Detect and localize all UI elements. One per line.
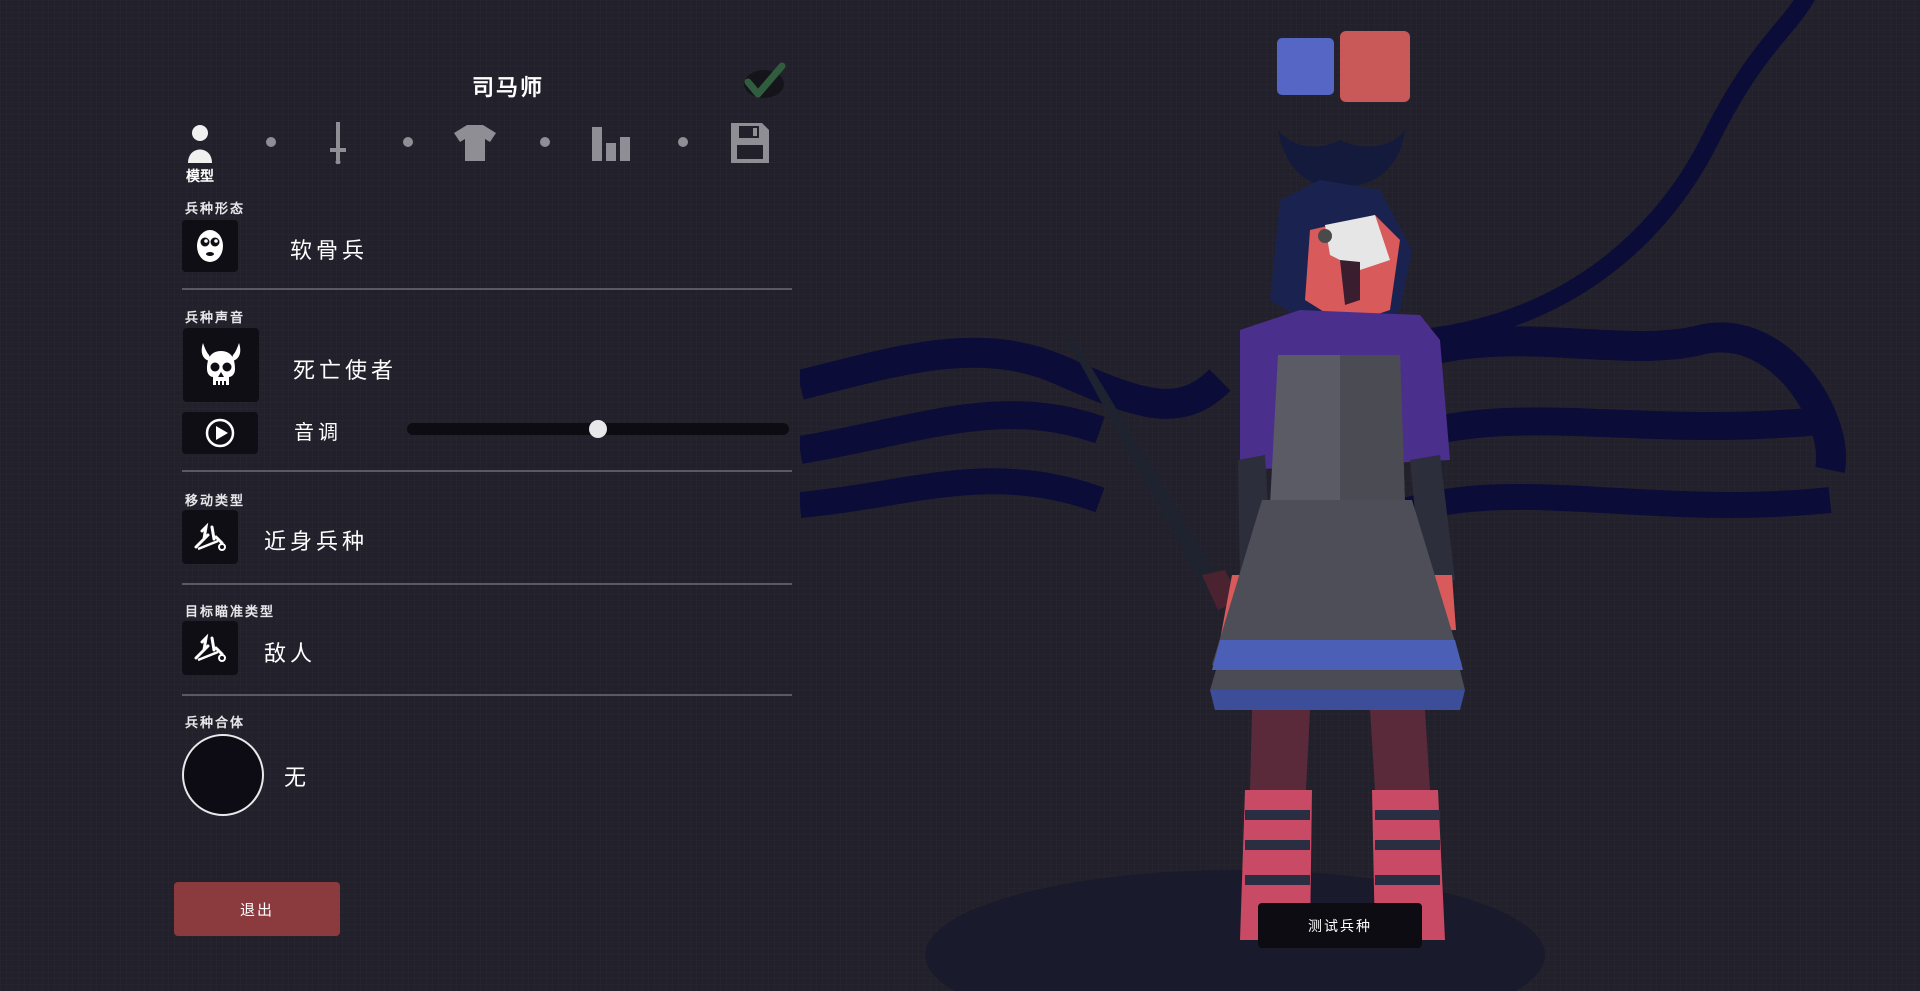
mount-section-label: 兵种合体 <box>185 716 246 731</box>
target-unit-icon <box>194 633 226 662</box>
team-blue-button[interactable] <box>1277 38 1334 95</box>
form-selector[interactable] <box>182 220 238 272</box>
step-separator-dot <box>540 137 550 147</box>
horned-skull-icon <box>201 343 241 385</box>
step-separator-dot <box>403 137 413 147</box>
step-model-label: 模型 <box>186 169 214 185</box>
step-outfit[interactable] <box>445 118 505 168</box>
team-red-button[interactable] <box>1340 31 1410 102</box>
step-save[interactable] <box>720 118 780 168</box>
unit-model <box>1062 130 1465 940</box>
targeting-selector[interactable] <box>182 621 238 675</box>
mount-selector[interactable] <box>182 734 264 816</box>
movement-section-label: 移动类型 <box>185 494 246 509</box>
targeting-section-label: 目标瞄准类型 <box>185 605 276 620</box>
unit-preview-stage[interactable] <box>800 0 1920 991</box>
voice-section-label: 兵种声音 <box>185 311 246 326</box>
divider <box>182 583 792 585</box>
exit-button[interactable]: 退出 <box>174 882 340 936</box>
save-icon <box>731 123 769 163</box>
bar-chart-icon <box>592 127 630 161</box>
step-stats[interactable] <box>582 118 642 168</box>
form-section-label: 兵种形态 <box>185 202 246 217</box>
test-unit-button[interactable]: 测试兵种 <box>1258 903 1422 948</box>
step-weapon[interactable] <box>308 118 368 168</box>
divider <box>182 470 792 472</box>
shirt-icon <box>454 125 496 161</box>
sword-icon <box>330 122 346 164</box>
movement-selector[interactable] <box>182 510 238 564</box>
divider <box>182 288 792 290</box>
step-separator-dot <box>266 137 276 147</box>
step-navigation: 模型 <box>170 118 794 188</box>
unit-name-title: 司马师 <box>471 76 544 101</box>
unit-editor-panel: 司马师 模型 兵种形态 软骨兵 兵种声音 死亡使者 音调 移动类型 近身兵种 目… <box>170 0 794 991</box>
melee-unit-icon <box>194 522 226 551</box>
mount-value: 无 <box>284 766 311 791</box>
person-icon <box>188 125 212 163</box>
confirm-check-icon[interactable] <box>740 60 788 100</box>
voice-value: 死亡使者 <box>293 359 398 384</box>
form-value: 软骨兵 <box>290 239 369 264</box>
play-voice-button[interactable] <box>182 412 258 454</box>
step-model[interactable]: 模型 <box>170 118 230 185</box>
step-separator-dot <box>678 137 688 147</box>
targeting-value: 敌人 <box>264 642 317 667</box>
pitch-label: 音调 <box>294 420 342 444</box>
movement-value: 近身兵种 <box>264 530 369 555</box>
pitch-slider-thumb[interactable] <box>589 420 607 438</box>
wobbly-face-icon <box>197 230 223 262</box>
play-icon <box>205 418 235 448</box>
voice-selector[interactable] <box>183 328 259 402</box>
divider <box>182 694 792 696</box>
pitch-slider[interactable] <box>407 420 789 438</box>
